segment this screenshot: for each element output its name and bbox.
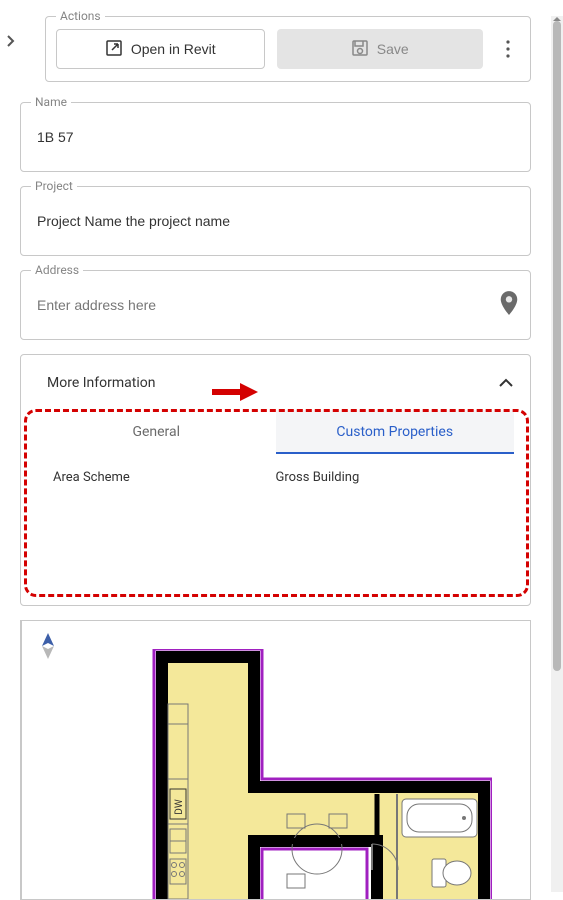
location-pin-icon[interactable]	[498, 289, 520, 321]
svg-text:DW: DW	[174, 799, 185, 815]
open-in-revit-label: Open in Revit	[131, 41, 216, 57]
vertical-scrollbar[interactable]	[551, 16, 563, 892]
more-information-header[interactable]: More Information	[21, 355, 530, 410]
north-arrow-icon	[38, 631, 58, 665]
scrollbar-thumb[interactable]	[553, 21, 561, 671]
address-legend: Address	[31, 263, 83, 277]
project-legend: Project	[31, 179, 77, 193]
floorplan-viewer[interactable]: DW	[20, 620, 531, 900]
tab-custom-properties[interactable]: Custom Properties	[276, 410, 515, 454]
address-field: Address	[20, 270, 531, 340]
save-button: Save	[277, 29, 484, 69]
project-input[interactable]	[31, 199, 520, 243]
save-icon	[351, 39, 369, 60]
name-legend: Name	[31, 95, 71, 109]
expand-panel-button[interactable]	[6, 33, 16, 52]
actions-section: Actions Open in Revit Save	[45, 16, 531, 82]
name-input[interactable]	[31, 115, 520, 159]
open-in-revit-button[interactable]: Open in Revit	[56, 29, 265, 69]
info-tabs: General Custom Properties	[21, 410, 530, 454]
floorplan-image: DW	[132, 649, 492, 900]
open-external-icon	[105, 39, 123, 60]
tab-general[interactable]: General	[37, 410, 276, 454]
property-value: Gross Building	[276, 470, 499, 485]
actions-legend: Actions	[56, 9, 105, 23]
name-field: Name	[20, 102, 531, 172]
address-input[interactable]	[31, 283, 498, 327]
save-label: Save	[377, 41, 409, 57]
more-actions-button[interactable]	[495, 29, 520, 69]
more-information-title: More Information	[47, 375, 155, 391]
more-vertical-icon	[506, 40, 510, 58]
project-field: Project	[20, 186, 531, 256]
more-information-panel: More Information General Custom Properti…	[20, 354, 531, 606]
custom-properties-content: Area Scheme Gross Building	[21, 454, 530, 605]
tab-custom-properties-label: Custom Properties	[336, 424, 453, 440]
tab-general-label: General	[132, 424, 180, 440]
property-label: Area Scheme	[53, 470, 276, 485]
chevron-up-icon	[498, 373, 514, 392]
